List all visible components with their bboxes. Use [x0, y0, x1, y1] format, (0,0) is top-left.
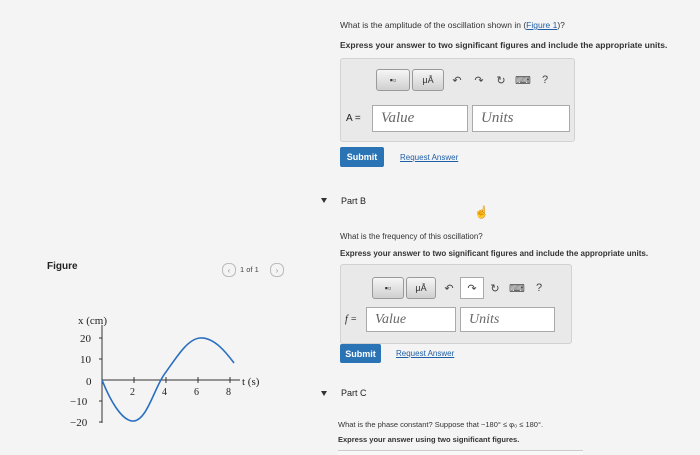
redo-icon[interactable]: ↷ [460, 277, 484, 299]
part-b-instruction: Express your answer to two significant f… [340, 249, 649, 258]
undo-icon[interactable]: ↶ [446, 70, 468, 90]
template-button[interactable]: ▪▫ [372, 277, 404, 299]
part-c-question: What is the phase constant? Suppose that… [338, 420, 544, 429]
amplitude-units-input[interactable]: Units [472, 105, 570, 132]
figure-link[interactable]: Figure 1 [526, 20, 557, 30]
part-a-instruction: Express your answer to two significant f… [340, 40, 668, 50]
template-icon: ▪▫ [389, 75, 397, 85]
x-tick-label: 8 [226, 387, 231, 398]
redo-icon[interactable]: ↷ [468, 70, 490, 90]
x-tick-label: 4 [162, 387, 167, 398]
keyboard-icon[interactable]: ⌨ [506, 278, 528, 298]
part-a-request-answer-link[interactable]: Request Answer [400, 153, 458, 162]
figure-title: Figure [47, 261, 78, 272]
part-c-title: Part C [341, 388, 367, 398]
y-tick-label: 10 [80, 354, 92, 366]
x-tick-label: 6 [194, 387, 199, 398]
oscillation-graph: x (cm) t (s) 20 10 0 −10 −20 2 4 6 8 [70, 315, 260, 429]
y-tick-label: −10 [70, 396, 88, 408]
reset-icon[interactable]: ↻ [484, 278, 506, 298]
part-c-instruction: Express your answer using two significan… [338, 435, 520, 444]
template-button[interactable]: ▪▫ [376, 69, 410, 91]
y-tick-label: 0 [86, 376, 92, 388]
amplitude-value-input[interactable]: Value [372, 105, 468, 132]
part-b-title: Part B [341, 196, 367, 206]
prev-figure-button[interactable]: ‹ [222, 263, 236, 277]
part-b-request-answer-link[interactable]: Request Answer [396, 349, 454, 358]
next-figure-button[interactable]: › [270, 263, 284, 277]
x-axis-label: t (s) [242, 376, 260, 388]
y-axis-label: x (cm) [78, 315, 107, 327]
y-tick-label: 20 [80, 333, 92, 345]
help-icon[interactable]: ? [528, 278, 550, 298]
undo-icon[interactable]: ↶ [438, 278, 460, 298]
frequency-value-input[interactable]: Value [366, 307, 456, 332]
part-b-question: What is the frequency of this oscillatio… [340, 232, 483, 241]
part-b-submit-button[interactable]: Submit [340, 344, 381, 363]
units-button[interactable]: μÅ [406, 277, 436, 299]
part-b-answer-box [340, 264, 572, 344]
units-button[interactable]: μÅ [412, 69, 444, 91]
part-c-answer-box [338, 450, 583, 455]
part-a-question: What is the amplitude of the oscillation… [340, 20, 565, 30]
amplitude-label: A = [346, 113, 361, 124]
part-a-submit-button[interactable]: Submit [340, 147, 384, 167]
frequency-units-input[interactable]: Units [460, 307, 555, 332]
part-b-toolbar: ▪▫ μÅ ↶ ↷ ↻ ⌨ ? [372, 277, 550, 299]
part-a-toolbar: ▪▫ μÅ ↶ ↷ ↻ ⌨ ? [376, 69, 556, 91]
keyboard-icon[interactable]: ⌨ [512, 70, 534, 90]
help-icon[interactable]: ? [534, 70, 556, 90]
cursor-hand-icon: ☝ [474, 205, 489, 219]
x-tick-label: 2 [130, 387, 135, 398]
oscillation-curve [101, 337, 235, 422]
figure-pager: 1 of 1 [240, 265, 259, 274]
template-icon: ▪▫ [384, 283, 392, 293]
frequency-label: f = [345, 314, 358, 325]
reset-icon[interactable]: ↻ [490, 70, 512, 90]
part-c-collapse-icon[interactable] [321, 391, 327, 396]
y-tick-label: −20 [70, 417, 88, 429]
part-b-collapse-icon[interactable] [321, 198, 327, 203]
